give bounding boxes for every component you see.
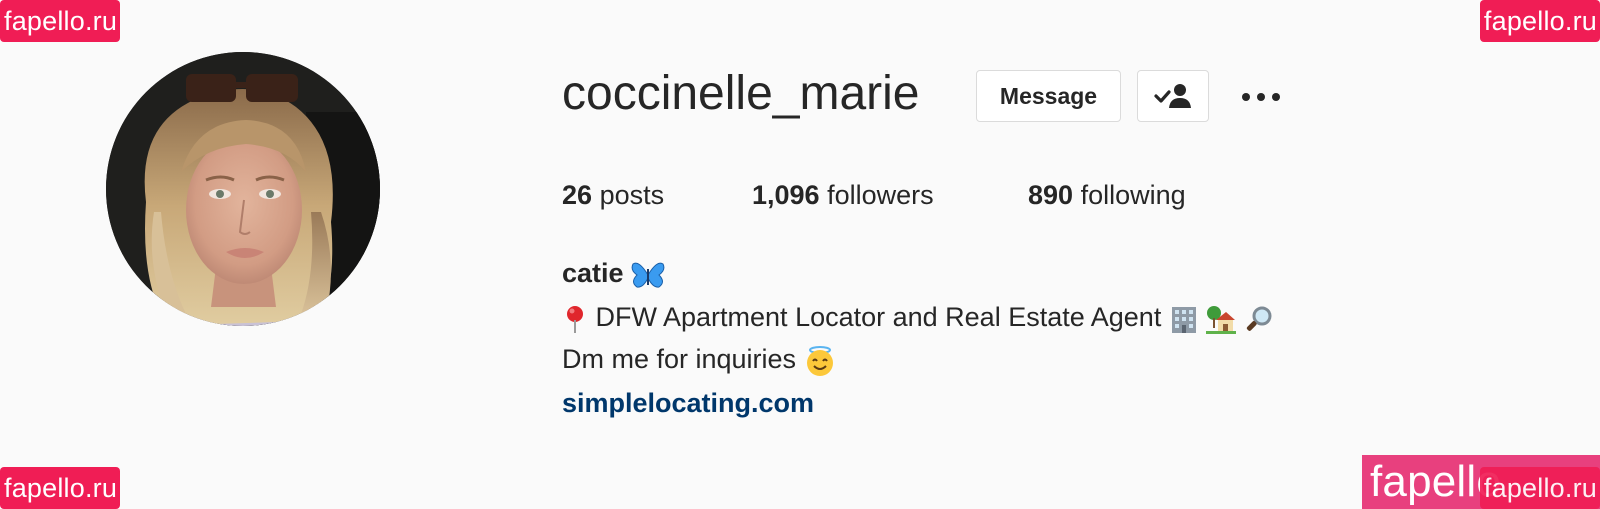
watermark-bottom-right: fapello.ru <box>1479 467 1600 509</box>
bio-display-name: catie <box>562 258 665 290</box>
following-label: following <box>1080 180 1186 210</box>
smiling-face-with-halo-icon <box>804 345 836 377</box>
watermark-top-left: fapello.ru <box>0 0 121 42</box>
message-button-label: Message <box>999 82 1098 109</box>
house-with-garden-icon <box>1206 304 1237 334</box>
more-options-button[interactable] <box>1238 80 1284 114</box>
following-check-person-icon <box>1154 84 1191 108</box>
bio-line-2: Dm me for inquiries <box>562 344 836 377</box>
office-building-icon <box>1169 304 1199 334</box>
posts-label: posts <box>599 180 665 210</box>
profile-username: coccinelle_marie <box>562 67 920 120</box>
bio-line-1: DFW Apartment Locator and Real Estate Ag… <box>562 302 1274 334</box>
stat-followers[interactable]: 1,096 followers <box>752 180 934 211</box>
followers-count: 1,096 <box>752 180 820 210</box>
butterfly-icon <box>631 260 665 290</box>
bio-line-1-text: DFW Apartment Locator and Real Estate Ag… <box>595 302 1162 332</box>
round-pushpin-icon <box>562 304 588 334</box>
posts-count: 26 <box>562 180 593 210</box>
watermark-bottom-left: fapello.ru <box>0 467 121 509</box>
more-options-icon <box>1242 93 1280 101</box>
followers-label: followers <box>827 180 934 210</box>
bio-website-link[interactable]: simplelocating.com <box>562 388 814 419</box>
stat-posts: 26 posts <box>562 180 664 211</box>
following-count: 890 <box>1028 180 1074 210</box>
bio-line-2-text: Dm me for inquiries <box>562 344 797 374</box>
profile-avatar[interactable] <box>106 52 380 326</box>
following-button[interactable] <box>1137 70 1209 122</box>
magnifying-glass-icon <box>1244 304 1274 334</box>
stat-following[interactable]: 890 following <box>1028 180 1186 211</box>
avatar-photo-icon <box>106 52 380 326</box>
message-button[interactable]: Message <box>976 70 1121 122</box>
bio-name-text: catie <box>562 258 624 288</box>
watermark-top-right: fapello.ru <box>1479 0 1600 42</box>
